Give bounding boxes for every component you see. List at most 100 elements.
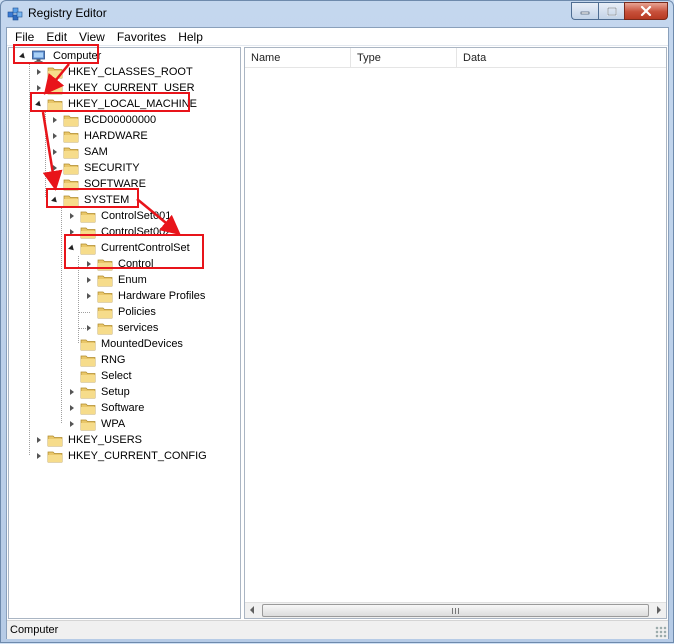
column-header-type[interactable]: Type — [351, 48, 457, 68]
tree-label: BCD00000000 — [84, 114, 157, 126]
scroll-left-icon[interactable] — [250, 606, 254, 614]
tree-label: Setup — [101, 386, 130, 398]
tree-label: Hardware Profiles — [118, 290, 206, 302]
tree-item-enum[interactable]: Enum — [85, 272, 149, 288]
expand-arrow-icon[interactable] — [68, 404, 77, 413]
expand-arrow-icon[interactable] — [51, 164, 60, 173]
tree-item-hkcc[interactable]: HKEY_CURRENT_CONFIG — [35, 448, 209, 464]
minimize-icon — [580, 11, 590, 15]
resize-grip-icon[interactable] — [655, 626, 667, 638]
folder-icon — [97, 291, 113, 302]
tree-guide — [79, 312, 91, 313]
status-path: Computer — [10, 624, 59, 636]
tree-item-computer[interactable]: Computer — [19, 48, 103, 64]
folder-icon — [97, 323, 113, 334]
tree-item-system[interactable]: SYSTEM — [51, 192, 131, 208]
folder-icon — [63, 179, 79, 190]
column-header-data[interactable]: Data — [457, 48, 667, 68]
menu-bar: File Edit View Favorites Help — [7, 28, 668, 46]
collapse-arrow-icon[interactable] — [68, 244, 77, 253]
tree-guide — [61, 208, 62, 423]
expand-arrow-icon[interactable] — [85, 324, 94, 333]
maximize-icon — [606, 6, 617, 16]
tree-label: SAM — [84, 146, 108, 158]
tree-item-currentcontrolset[interactable]: CurrentControlSet — [68, 240, 192, 256]
menu-edit[interactable]: Edit — [40, 29, 73, 45]
expand-arrow-icon[interactable] — [68, 228, 77, 237]
tree-label: services — [118, 322, 159, 334]
expand-arrow-icon[interactable] — [35, 436, 44, 445]
title-bar[interactable]: Registry Editor — [1, 1, 673, 25]
tree-item-services[interactable]: services — [85, 320, 160, 336]
tree-guide — [78, 256, 79, 344]
tree-item-setup[interactable]: Setup — [68, 384, 132, 400]
folder-icon — [47, 435, 63, 446]
list-header: Name Type Data — [245, 48, 666, 68]
tree-item-mounteddevices[interactable]: MountedDevices — [80, 336, 185, 352]
menu-help[interactable]: Help — [172, 29, 209, 45]
maximize-button[interactable] — [598, 2, 624, 20]
folder-icon — [97, 307, 113, 318]
tree-item-rng[interactable]: RNG — [80, 352, 127, 368]
close-button[interactable] — [624, 2, 668, 20]
tree-label: HARDWARE — [84, 130, 148, 142]
window-title: Registry Editor — [28, 6, 107, 20]
expand-arrow-icon[interactable] — [85, 260, 94, 269]
tree-item-sam[interactable]: SAM — [51, 144, 110, 160]
expand-arrow-icon[interactable] — [35, 68, 44, 77]
expand-arrow-icon[interactable] — [35, 452, 44, 461]
folder-icon — [63, 163, 79, 174]
folder-icon — [80, 211, 96, 222]
tree-label: SECURITY — [84, 162, 140, 174]
expand-arrow-icon[interactable] — [51, 132, 60, 141]
tree-item-hardware-profiles[interactable]: Hardware Profiles — [85, 288, 207, 304]
expand-arrow-icon[interactable] — [85, 276, 94, 285]
menu-view[interactable]: View — [73, 29, 111, 45]
expand-arrow-icon[interactable] — [51, 148, 60, 157]
tree-item-hku[interactable]: HKEY_USERS — [35, 432, 144, 448]
scroll-thumb[interactable] — [262, 604, 649, 617]
tree-item-select[interactable]: Select — [80, 368, 134, 384]
tree-label: HKEY_CLASSES_ROOT — [68, 66, 193, 78]
tree-item-hkcr[interactable]: HKEY_CLASSES_ROOT — [35, 64, 195, 80]
tree-item-bcd[interactable]: BCD00000000 — [51, 112, 158, 128]
tree-item-control[interactable]: Control — [85, 256, 155, 272]
minimize-button[interactable] — [571, 2, 598, 20]
tree-item-system-software[interactable]: Software — [68, 400, 146, 416]
expand-arrow-icon[interactable] — [85, 292, 94, 301]
tree-label: CurrentControlSet — [101, 242, 190, 254]
expand-arrow-icon[interactable] — [68, 212, 77, 221]
tree-item-controlset001[interactable]: ControlSet001 — [68, 208, 173, 224]
column-header-name[interactable]: Name — [245, 48, 351, 68]
tree-label: Computer — [53, 50, 102, 62]
expand-arrow-icon[interactable] — [51, 180, 60, 189]
folder-icon — [80, 339, 96, 350]
menu-file[interactable]: File — [9, 29, 40, 45]
collapse-arrow-icon[interactable] — [19, 52, 28, 61]
values-list-pane[interactable]: Name Type Data — [244, 47, 667, 619]
folder-icon — [80, 419, 96, 430]
tree-item-hklm[interactable]: HKEY_LOCAL_MACHINE — [35, 96, 199, 112]
collapse-arrow-icon[interactable] — [35, 100, 44, 109]
tree-item-policies[interactable]: Policies — [97, 304, 158, 320]
tree-item-wpa[interactable]: WPA — [68, 416, 127, 432]
caption-buttons — [571, 2, 668, 21]
expand-arrow-icon[interactable] — [35, 84, 44, 93]
tree-item-hkcu[interactable]: HKEY_CURRENT_USER — [35, 80, 197, 96]
tree-label: Software — [101, 402, 145, 414]
scroll-right-icon[interactable] — [657, 606, 661, 614]
expand-arrow-icon[interactable] — [51, 116, 60, 125]
collapse-arrow-icon[interactable] — [51, 196, 60, 205]
menu-favorites[interactable]: Favorites — [111, 29, 172, 45]
key-tree-pane[interactable]: Computer HKEY_CLASSES_ROOT HKEY_CURRENT_… — [8, 47, 241, 619]
expand-arrow-icon[interactable] — [68, 388, 77, 397]
tree-label: RNG — [101, 354, 126, 366]
tree-item-software[interactable]: SOFTWARE — [51, 176, 148, 192]
tree-guide — [29, 64, 30, 455]
expand-arrow-icon[interactable] — [68, 420, 77, 429]
tree-item-hardware[interactable]: HARDWARE — [51, 128, 150, 144]
tree-item-security[interactable]: SECURITY — [51, 160, 142, 176]
tree-item-controlset002[interactable]: ControlSet002 — [68, 224, 173, 240]
tree-label: Select — [101, 370, 132, 382]
horizontal-scrollbar[interactable] — [245, 602, 666, 618]
